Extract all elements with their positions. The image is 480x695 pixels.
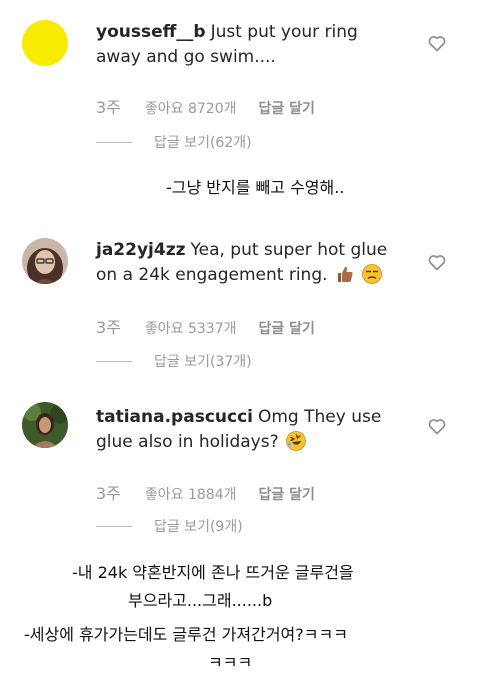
avatar[interactable] <box>22 402 68 448</box>
unamused-face-icon <box>362 264 383 284</box>
caption-2-line-1: -내 24k 약혼반지에 존나 뜨거운 글루건을 <box>72 563 354 582</box>
username-link[interactable]: tatiana.pascucci <box>96 407 253 427</box>
avatar-photo <box>22 402 68 448</box>
heart-icon[interactable] <box>427 252 447 272</box>
heart-icon[interactable] <box>427 33 447 53</box>
caption-3-line-2: ㅋㅋㅋ <box>208 653 253 672</box>
view-replies-link[interactable]: 답글 보기(37개) <box>96 351 252 371</box>
avatar[interactable] <box>22 238 68 284</box>
reply-button[interactable]: 답글 달기 <box>259 101 315 117</box>
likes-count[interactable]: 좋아요 8720개 <box>145 101 237 117</box>
likes-count[interactable]: 좋아요 1884개 <box>145 487 237 503</box>
avatar[interactable] <box>22 20 68 66</box>
avatar-photo <box>22 238 68 284</box>
reply-button[interactable]: 답글 달기 <box>259 321 315 337</box>
timestamp: 3주 <box>96 98 121 117</box>
username-link[interactable]: yousseff__b <box>96 22 206 42</box>
comment-meta: 3주 좋아요 1884개 답글 달기 <box>96 480 315 504</box>
comment-text-block: yousseff__b Just put your ring away and g… <box>96 20 396 70</box>
caption-2-line-2: 부으라고...그래......b <box>128 591 273 610</box>
divider <box>96 141 132 143</box>
caption-1: -그냥 반지를 빼고 수영해.. <box>166 178 345 197</box>
timestamp: 3주 <box>96 318 121 337</box>
comment-meta: 3주 좋아요 8720개 답글 달기 <box>96 94 315 118</box>
likes-count[interactable]: 좋아요 5337개 <box>145 321 237 337</box>
username-link[interactable]: ja22yj4zz <box>96 240 185 260</box>
thumbs-up-icon <box>337 266 353 282</box>
view-replies-link[interactable]: 답글 보기(62개) <box>96 132 252 152</box>
view-replies-label: 답글 보기(37개) <box>154 354 252 370</box>
rolling-laughing-face-icon <box>286 431 306 451</box>
timestamp: 3주 <box>96 484 121 503</box>
view-replies-link[interactable]: 답글 보기(9개) <box>96 516 243 536</box>
heart-icon[interactable] <box>427 416 447 436</box>
comment-meta: 3주 좋아요 5337개 답글 달기 <box>96 314 315 338</box>
view-replies-label: 답글 보기(62개) <box>154 135 252 151</box>
comment-text-block: ja22yj4zz Yea, put super hot glue on a 24… <box>96 238 396 288</box>
view-replies-label: 답글 보기(9개) <box>154 519 243 535</box>
caption-3-line-1: -세상에 휴가가는데도 글루건 가져간거여?ㅋㅋㅋ <box>24 625 348 644</box>
divider <box>96 360 132 362</box>
divider <box>96 525 132 527</box>
comment-text-block: tatiana.pascucci Omg They use glue also i… <box>96 405 396 455</box>
reply-button[interactable]: 답글 달기 <box>259 487 315 503</box>
